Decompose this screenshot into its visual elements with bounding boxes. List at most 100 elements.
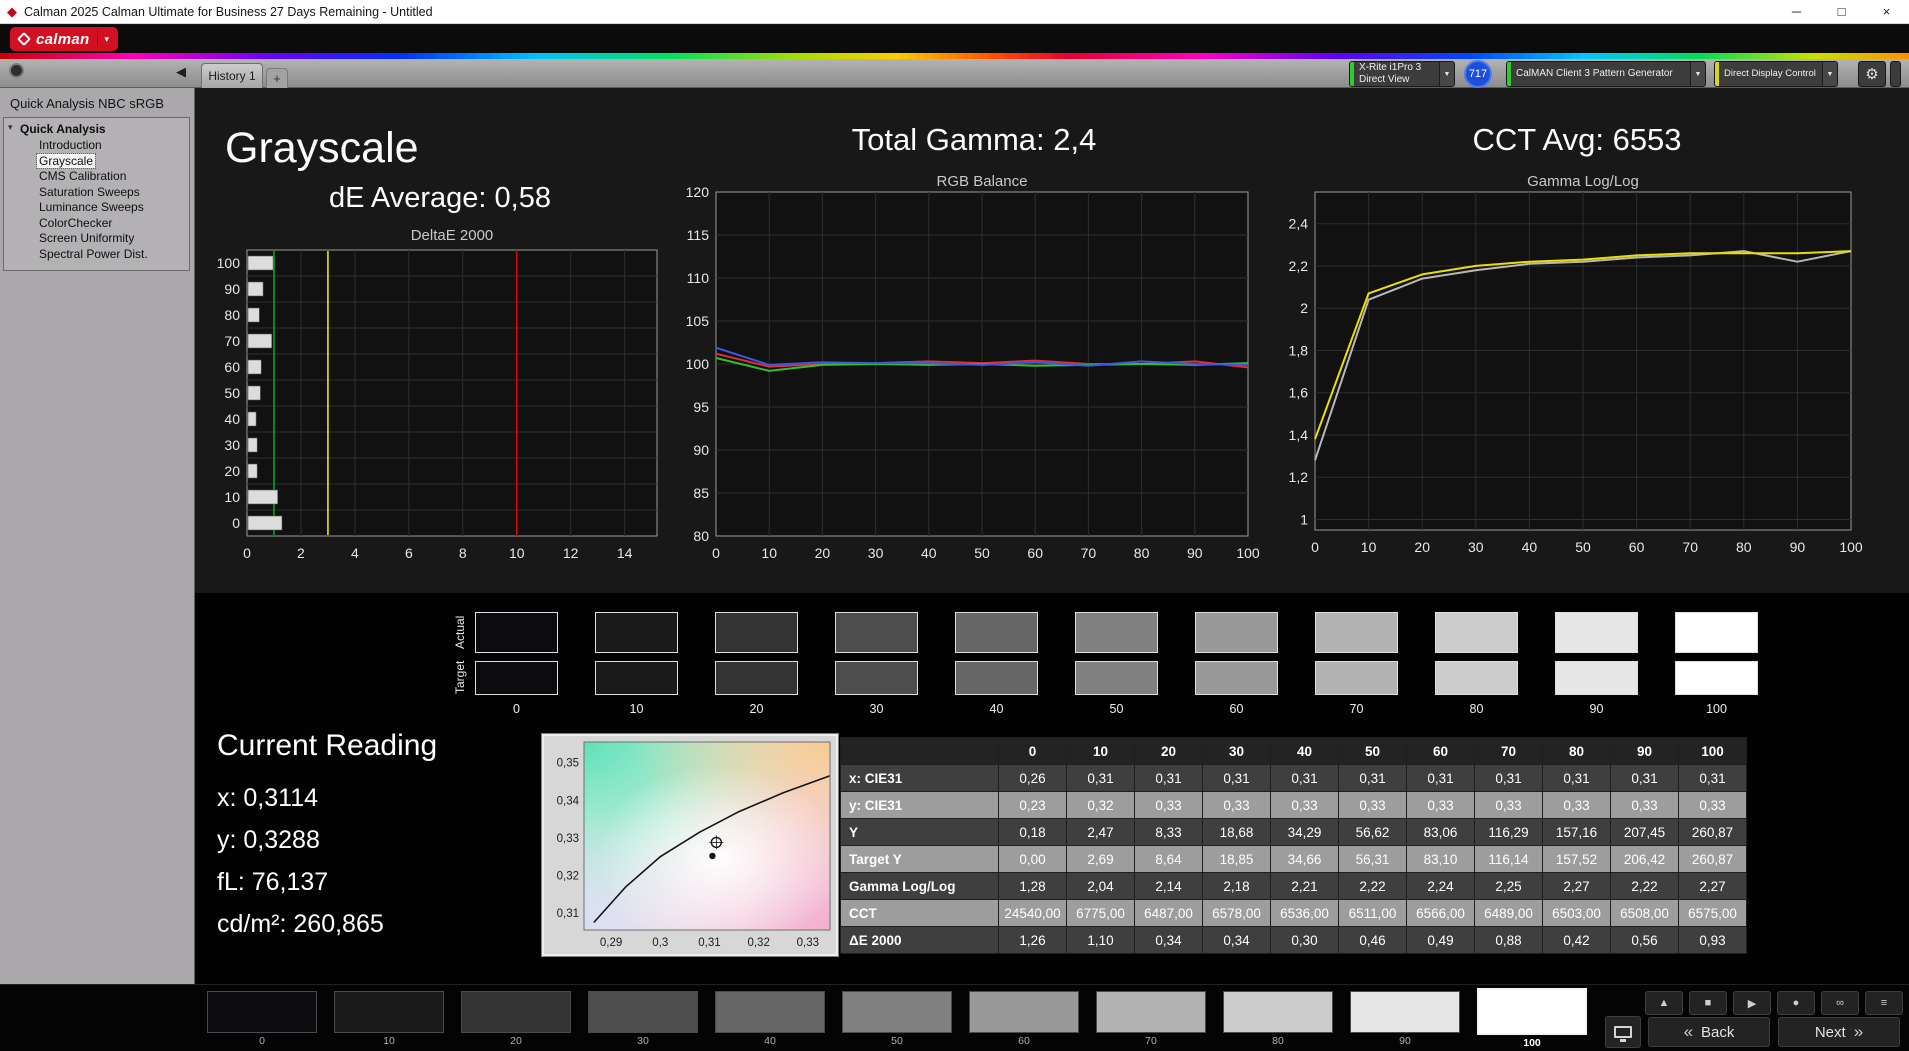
settings-gear-button[interactable]: ⚙: [1858, 61, 1886, 87]
sidebar-item-luminance-sweeps[interactable]: Luminance Sweeps: [4, 200, 189, 216]
pattern-swatch-0[interactable]: 0: [207, 991, 317, 1049]
svg-text:60: 60: [1629, 539, 1645, 555]
svg-text:0: 0: [1311, 539, 1319, 555]
swatch: [207, 991, 317, 1033]
add-tab-button[interactable]: +: [266, 68, 288, 88]
menu-button[interactable]: ≡: [1865, 991, 1903, 1015]
maximize-button[interactable]: □: [1819, 0, 1864, 23]
pattern-swatch-80[interactable]: 80: [1223, 991, 1333, 1049]
scale-label-50: 50: [1075, 702, 1158, 716]
sidebar-item-screen-uniformity[interactable]: Screen Uniformity: [4, 231, 189, 247]
svg-text:120: 120: [686, 185, 710, 200]
sidebar-item-introduction[interactable]: Introduction: [4, 138, 189, 154]
tree-root-quick-analysis[interactable]: ▾ Quick Analysis: [4, 121, 189, 138]
table-row: ΔE 20001,261,100,340,340,300,460,490,880…: [841, 927, 1747, 954]
next-label: Next: [1815, 1024, 1846, 1041]
pattern-swatch-90[interactable]: 90: [1350, 991, 1460, 1049]
meter-label: X-Rite i1Pro 3 Direct View: [1354, 62, 1439, 86]
target-swatch-40: [955, 661, 1038, 695]
pattern-swatch-50[interactable]: 50: [842, 991, 952, 1049]
svg-text:30: 30: [1468, 539, 1484, 555]
svg-text:0,31: 0,31: [557, 908, 579, 920]
pattern-swatch-100[interactable]: 100: [1477, 991, 1587, 1049]
stop-button[interactable]: ■: [1689, 991, 1727, 1015]
meter-dropdown[interactable]: X-Rite i1Pro 3 Direct View ▼: [1349, 61, 1455, 87]
swatch-label: 0: [207, 1035, 317, 1047]
actual-swatch-40: [955, 612, 1038, 653]
workspace-button[interactable]: [9, 63, 24, 78]
swatch-label: 100: [1477, 1037, 1587, 1049]
record-button[interactable]: ●: [1777, 991, 1815, 1015]
svg-text:50: 50: [1575, 539, 1591, 555]
svg-text:40: 40: [224, 411, 240, 427]
tree-expander-icon: ▾: [8, 122, 13, 133]
scale-label-30: 30: [835, 702, 918, 716]
table-row: Target Y0,002,698,6418,8534,6656,3183,10…: [841, 846, 1747, 873]
tab-history-1[interactable]: History 1: [201, 63, 263, 88]
svg-text:40: 40: [1522, 539, 1538, 555]
svg-text:2,4: 2,4: [1289, 216, 1309, 232]
sidebar-collapse-button[interactable]: ◀: [176, 64, 186, 80]
pattern-swatch-row: 0 10 20 30 40 50 60 70 80 90 100: [207, 991, 1587, 1049]
svg-text:100: 100: [1236, 545, 1260, 561]
svg-text:12: 12: [563, 545, 579, 561]
svg-text:95: 95: [693, 399, 709, 415]
swatch: [461, 991, 571, 1033]
svg-text:90: 90: [1187, 545, 1203, 561]
target-swatch-70: [1315, 661, 1398, 695]
play-button[interactable]: ▶: [1733, 991, 1771, 1015]
svg-text:90: 90: [693, 442, 709, 458]
loop-button[interactable]: ∞: [1821, 991, 1859, 1015]
table-column-header-40: 40: [1271, 738, 1339, 765]
display-control-dropdown[interactable]: Direct Display Control ▼: [1714, 61, 1838, 87]
minimize-button[interactable]: ─: [1774, 0, 1819, 23]
display-toggle-button[interactable]: [1605, 1016, 1641, 1048]
svg-text:100: 100: [686, 356, 710, 372]
target-swatch-90: [1555, 661, 1638, 695]
svg-text:0: 0: [712, 545, 720, 561]
next-button[interactable]: Next »: [1778, 1017, 1900, 1047]
target-swatch-50: [1075, 661, 1158, 695]
actual-swatch-70: [1315, 612, 1398, 653]
pattern-swatch-40[interactable]: 40: [715, 991, 825, 1049]
table-row: Y0,182,478,3318,6834,2956,6283,06116,291…: [841, 819, 1747, 846]
pattern-swatch-70[interactable]: 70: [1096, 991, 1206, 1049]
meter-count-badge[interactable]: 717: [1464, 60, 1492, 88]
actual-swatch-80: [1435, 612, 1518, 653]
sidebar-item-cms-calibration[interactable]: CMS Calibration: [4, 169, 189, 185]
sidebar-item-saturation-sweeps[interactable]: Saturation Sweeps: [4, 185, 189, 201]
panel-toggle-button[interactable]: [1890, 61, 1901, 87]
sidebar-item-spectral-power-dist[interactable]: Spectral Power Dist.: [4, 247, 189, 263]
svg-text:20: 20: [815, 545, 831, 561]
pattern-swatch-20[interactable]: 20: [461, 991, 571, 1049]
sidebar: Quick Analysis NBC sRGB ▾ Quick Analysis…: [0, 88, 195, 984]
pattern-swatch-30[interactable]: 30: [588, 991, 698, 1049]
svg-text:85: 85: [693, 485, 709, 501]
swatch-label: 40: [715, 1035, 825, 1047]
window-controls: ─ □ ×: [1774, 0, 1909, 23]
rgb-balance-chart: 8085909510010511011512001020304050607080…: [676, 185, 1276, 571]
sidebar-item-grayscale[interactable]: Grayscale: [4, 154, 189, 170]
nav-tree-items: IntroductionGrayscaleCMS CalibrationSatu…: [4, 138, 189, 262]
tool-buttons: ▲■▶●∞≡: [1645, 991, 1903, 1015]
swatch: [969, 991, 1079, 1033]
back-button[interactable]: « Back: [1648, 1017, 1770, 1047]
svg-text:100: 100: [1839, 539, 1863, 555]
pattern-swatch-60[interactable]: 60: [969, 991, 1079, 1049]
svg-text:10: 10: [1361, 539, 1377, 555]
scroll-up-button[interactable]: ▲: [1645, 991, 1683, 1015]
pattern-swatch-10[interactable]: 10: [334, 991, 444, 1049]
calman-logo-menu[interactable]: calman ▾: [10, 27, 118, 51]
pattern-generator-dropdown[interactable]: CalMAN Client 3 Pattern Generator ▼: [1506, 61, 1706, 87]
results-table: 0102030405060708090100x: CIE310,260,310,…: [840, 737, 1747, 954]
source-label: CalMAN Client 3 Pattern Generator: [1511, 68, 1690, 80]
sidebar-item-colorchecker[interactable]: ColorChecker: [4, 216, 189, 232]
app-icon: ◆: [7, 5, 17, 18]
chevron-double-right-icon: »: [1854, 1022, 1863, 1042]
close-button[interactable]: ×: [1864, 0, 1909, 23]
scale-label-0: 0: [475, 702, 558, 716]
swatch-label: 20: [461, 1035, 571, 1047]
swatch-label: 10: [334, 1035, 444, 1047]
target-swatch-0: [475, 661, 558, 695]
divider: [97, 31, 98, 47]
